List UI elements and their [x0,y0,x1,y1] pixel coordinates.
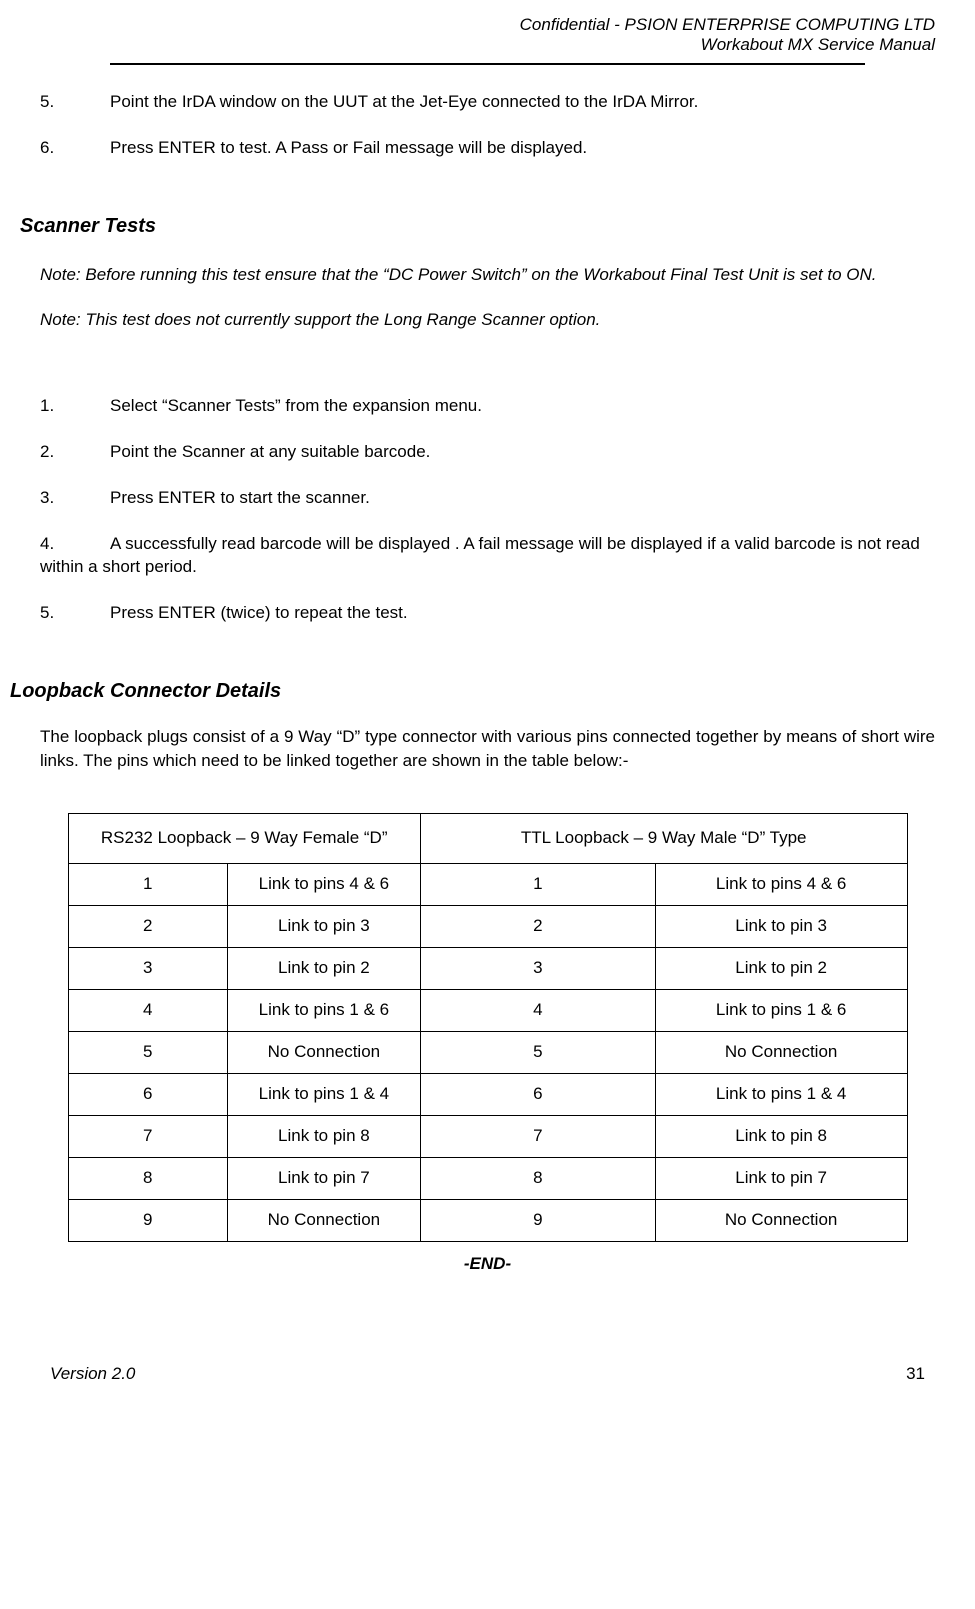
table-row: 9No Connection9No Connection [68,1199,907,1241]
paragraph-text: The loopback plugs consist of a 9 Way “D… [40,725,935,773]
step-number: 5. [40,601,110,625]
step-number: 1. [40,394,110,418]
list-item: 1.Select “Scanner Tests” from the expans… [40,394,935,418]
note-text: Note: Before running this test ensure th… [40,263,935,287]
step-text: Select “Scanner Tests” from the expansio… [110,396,482,415]
list-item: 6.Press ENTER to test. A Pass or Fail me… [40,136,935,160]
step-text: A successfully read barcode will be disp… [40,534,920,577]
table-row: 1Link to pins 4 & 61Link to pins 4 & 6 [68,863,907,905]
page-header: Confidential - PSION ENTERPRISE COMPUTIN… [40,0,935,63]
header-divider [110,63,865,65]
confidential-label: Confidential - PSION ENTERPRISE COMPUTIN… [40,15,935,35]
step-number: 3. [40,486,110,510]
list-item: 2.Point the Scanner at any suitable barc… [40,440,935,464]
document-title: Workabout MX Service Manual [40,35,935,55]
loopback-table: RS232 Loopback – 9 Way Female “D” TTL Lo… [68,813,908,1242]
step-number: 2. [40,440,110,464]
step-text: Point the IrDA window on the UUT at the … [110,92,698,111]
table-row: 4Link to pins 1 & 64Link to pins 1 & 6 [68,989,907,1031]
list-item: 4.A successfully read barcode will be di… [40,532,935,580]
list-item: 3.Press ENTER to start the scanner. [40,486,935,510]
list-item: 5.Point the IrDA window on the UUT at th… [40,90,935,114]
table-row: 2Link to pin 32Link to pin 3 [68,905,907,947]
list-item: 5.Press ENTER (twice) to repeat the test… [40,601,935,625]
section-heading-loopback: Loopback Connector Details [10,680,935,703]
table-row: 5No Connection5No Connection [68,1031,907,1073]
table-row: 6Link to pins 1 & 46Link to pins 1 & 4 [68,1073,907,1115]
version-label: Version 2.0 [50,1364,135,1384]
table-row: 8Link to pin 78Link to pin 7 [68,1157,907,1199]
table-header-right: TTL Loopback – 9 Way Male “D” Type [420,813,907,863]
section-heading-scanner-tests: Scanner Tests [20,215,935,238]
table-header-row: RS232 Loopback – 9 Way Female “D” TTL Lo… [68,813,907,863]
note-text: Note: This test does not currently suppo… [40,308,935,332]
end-marker: -END- [40,1254,935,1274]
table-row: 7Link to pin 87Link to pin 8 [68,1115,907,1157]
table-header-left: RS232 Loopback – 9 Way Female “D” [68,813,420,863]
step-text: Press ENTER to start the scanner. [110,488,370,507]
step-number: 6. [40,136,110,160]
table-row: 3Link to pin 23Link to pin 2 [68,947,907,989]
page-number: 31 [906,1364,925,1384]
page-footer: Version 2.0 31 [40,1364,935,1384]
step-number: 5. [40,90,110,114]
step-text: Press ENTER (twice) to repeat the test. [110,603,408,622]
step-number: 4. [40,532,110,556]
step-text: Point the Scanner at any suitable barcod… [110,442,430,461]
step-text: Press ENTER to test. A Pass or Fail mess… [110,138,587,157]
